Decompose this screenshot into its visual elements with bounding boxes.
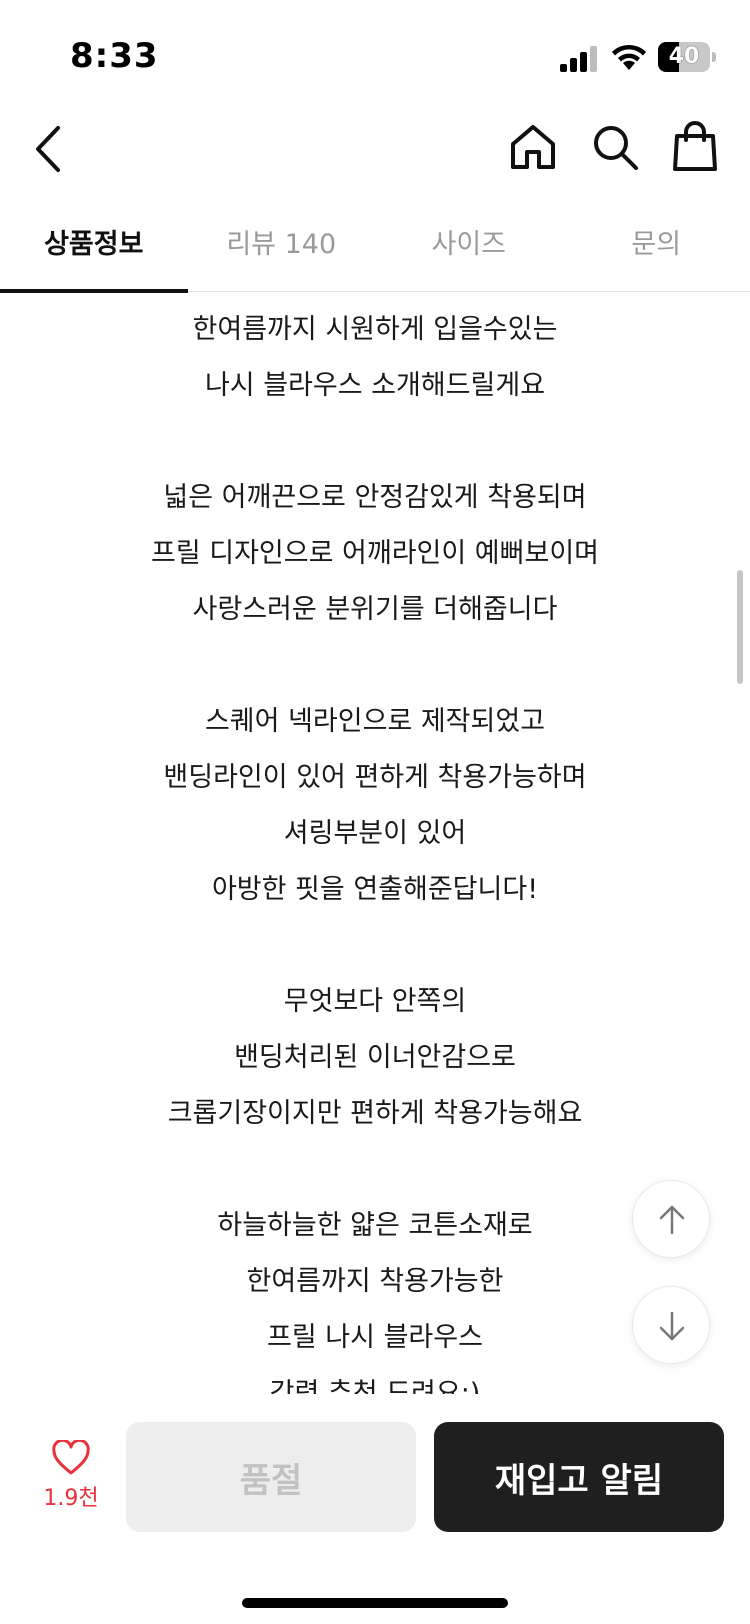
status-bar: 8:33 40 (0, 0, 750, 100)
description-line: 아방한 핏을 연출해준답니다! (211, 874, 539, 905)
tab-inquiry[interactable]: 문의 (563, 210, 750, 292)
like-count: 1.9천 (43, 1486, 99, 1511)
soldout-button: 품절 (126, 1422, 416, 1532)
description-line: 무엇보다 안쪽의 (283, 986, 467, 1017)
scrollbar-thumb[interactable] (737, 570, 743, 684)
description-line: 프릴 디자인으로 어깨라인이 예뻐보이며 (150, 538, 600, 569)
battery-percent: 40 (668, 44, 700, 69)
tab-product-info[interactable]: 상품정보 (0, 210, 188, 293)
description-line: 셔링부분이 있어 (283, 818, 467, 849)
scroll-to-top-button[interactable] (632, 1180, 710, 1258)
arrow-up-icon (659, 1205, 685, 1235)
heart-icon (52, 1440, 90, 1475)
product-detail-screen: 8:33 40 상품정보 리뷰 140 사이즈 문의 한여름까지 시원하게 입을… (0, 0, 750, 1624)
description-line: 크롭기장이지만 편하게 착용가능해요 (167, 1098, 583, 1129)
search-icon[interactable] (590, 122, 640, 172)
description-line: 넓은 어깨끈으로 안정감있게 착용되며 (163, 482, 587, 513)
description-line: 나시 블라우스 소개해드릴게요 (204, 370, 546, 401)
home-indicator (242, 1598, 508, 1608)
scroll-to-bottom-button[interactable] (632, 1286, 710, 1364)
status-time: 8:33 (70, 36, 159, 76)
arrow-down-icon (659, 1311, 685, 1341)
product-tabs: 상품정보 리뷰 140 사이즈 문의 (0, 210, 750, 293)
description-line: 한여름까지 착용가능한 (246, 1266, 504, 1297)
battery-body: 40 (658, 42, 710, 72)
battery-cap (712, 52, 716, 62)
shopping-bag-icon[interactable] (672, 120, 718, 172)
navigation-bar (0, 110, 750, 190)
battery-icon: 40 (658, 42, 716, 72)
description-line: 밴딩처리된 이너안감으로 (234, 1042, 516, 1073)
bottom-action-bar: 1.9천 품절 재입고 알림 (0, 1394, 750, 1624)
description-line: 밴딩라인이 있어 편하게 착용가능하며 (163, 762, 587, 793)
description-line: 스퀘어 넥라인으로 제작되었고 (204, 706, 546, 737)
back-chevron-icon[interactable] (30, 118, 70, 180)
tab-size[interactable]: 사이즈 (375, 210, 563, 292)
wifi-icon (612, 44, 646, 70)
cellular-signal-icon (560, 46, 597, 72)
home-icon[interactable] (508, 122, 558, 172)
tab-reviews[interactable]: 리뷰 140 (188, 210, 376, 292)
description-line: 사랑스러운 분위기를 더해줍니다 (192, 594, 558, 625)
restock-alert-button[interactable]: 재입고 알림 (434, 1422, 724, 1532)
description-line: 강력 추천 드려요:) (269, 1378, 481, 1394)
description-line: 한여름까지 시원하게 입을수있는 (192, 314, 558, 345)
like-button[interactable]: 1.9천 (30, 1440, 112, 1520)
